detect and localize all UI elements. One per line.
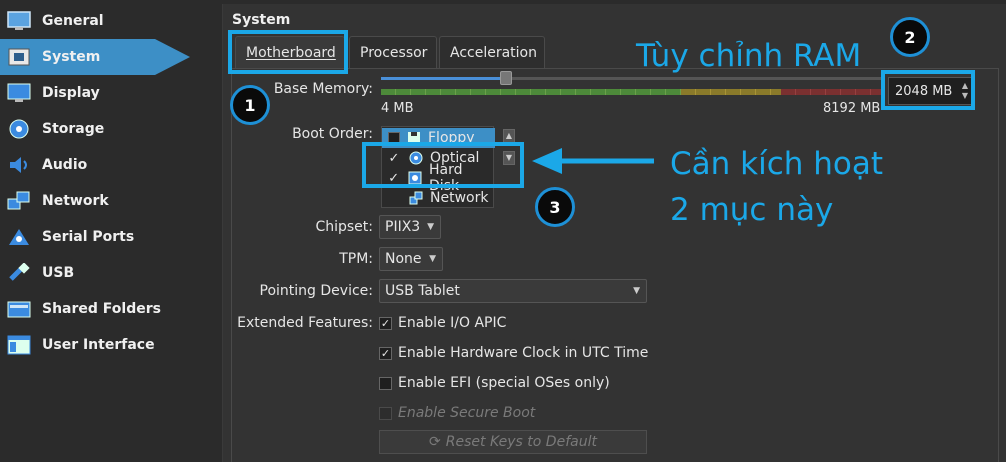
boot-note-line2: 2 mục này bbox=[670, 192, 834, 228]
tpm-value: None bbox=[385, 251, 422, 267]
reset-keys-label: Reset Keys to Default bbox=[445, 434, 597, 450]
sidebar-item-shared-folders[interactable]: Shared Folders bbox=[0, 291, 215, 327]
sidebar-item-label: Display bbox=[42, 85, 100, 101]
memory-range-bar bbox=[381, 89, 881, 95]
memory-min-label: 4 MB bbox=[381, 101, 414, 116]
speaker-icon bbox=[6, 154, 32, 176]
sidebar-item-label: User Interface bbox=[42, 337, 155, 353]
chipset-value: PIIX3 bbox=[385, 219, 421, 235]
serial-port-icon bbox=[6, 226, 32, 248]
sidebar-item-label: Serial Ports bbox=[42, 229, 135, 245]
slider-handle[interactable] bbox=[500, 71, 512, 85]
option-label: Enable Hardware Clock in UTC Time bbox=[398, 345, 649, 361]
io-apic-option[interactable]: ✓ Enable I/O APIC bbox=[379, 315, 506, 331]
memory-max-label: 8192 MB bbox=[823, 101, 881, 116]
reset-icon: ⟳ bbox=[429, 434, 441, 450]
sidebar-item-label: USB bbox=[42, 265, 75, 281]
efi-option[interactable]: Enable EFI (special OSes only) bbox=[379, 375, 610, 391]
reset-keys-button: ⟳ Reset Keys to Default bbox=[379, 430, 647, 454]
boot-order-label: Boot Order: bbox=[292, 126, 373, 142]
sidebar-item-serial-ports[interactable]: Serial Ports bbox=[0, 219, 215, 255]
step-badge-2: 2 bbox=[890, 17, 930, 57]
chipset-select[interactable]: PIIX3 ▼ bbox=[379, 215, 441, 239]
tpm-label: TPM: bbox=[339, 251, 373, 267]
sidebar-item-user-interface[interactable]: User Interface bbox=[0, 327, 215, 363]
boot-items-highlight bbox=[362, 142, 524, 188]
sidebar-item-audio[interactable]: Audio bbox=[0, 147, 215, 183]
pointing-device-select[interactable]: USB Tablet ▼ bbox=[379, 279, 647, 303]
memory-value-highlight bbox=[881, 70, 975, 110]
io-apic-checkbox[interactable]: ✓ bbox=[379, 316, 392, 330]
base-memory-slider[interactable] bbox=[381, 71, 881, 85]
boot-item-label: Network bbox=[430, 190, 489, 206]
arrow-left-icon bbox=[532, 148, 654, 174]
secure-boot-option: Enable Secure Boot bbox=[379, 405, 535, 421]
folder-icon bbox=[6, 298, 32, 320]
sidebar-item-label: Network bbox=[42, 193, 109, 209]
boot-note-line1: Cần kích hoạt bbox=[670, 146, 884, 182]
tab-label: Acceleration bbox=[450, 44, 537, 61]
tab-acceleration[interactable]: Acceleration bbox=[439, 36, 545, 68]
step-badge-1: 1 bbox=[230, 85, 270, 125]
sidebar-item-label: Storage bbox=[42, 121, 105, 137]
utc-clock-checkbox[interactable]: ✓ bbox=[379, 346, 392, 360]
slider-fill bbox=[381, 77, 506, 80]
sidebar-item-network[interactable]: Network bbox=[0, 183, 215, 219]
utc-clock-option[interactable]: ✓ Enable Hardware Clock in UTC Time bbox=[379, 345, 648, 361]
network-icon bbox=[6, 190, 32, 212]
chipset-label: Chipset: bbox=[315, 219, 373, 235]
chip-icon bbox=[6, 46, 32, 68]
secure-boot-checkbox bbox=[379, 406, 392, 420]
sidebar-item-label: Audio bbox=[42, 157, 88, 173]
settings-sidebar: General System Display Storage Audio Net… bbox=[0, 0, 215, 462]
tab-processor[interactable]: Processor bbox=[349, 36, 437, 68]
extended-features-label: Extended Features: bbox=[237, 315, 373, 331]
option-label: Enable Secure Boot bbox=[398, 405, 536, 421]
network-icon bbox=[408, 190, 424, 206]
monitor-icon bbox=[6, 10, 32, 32]
chevron-down-icon: ▼ bbox=[429, 254, 436, 264]
chevron-down-icon: ▼ bbox=[633, 286, 640, 296]
window-icon bbox=[6, 334, 32, 356]
display-icon bbox=[6, 82, 32, 104]
sidebar-item-system[interactable]: System bbox=[0, 39, 215, 75]
sidebar-item-label: System bbox=[42, 49, 101, 65]
sidebar-item-label: General bbox=[42, 13, 104, 29]
sidebar-item-general[interactable]: General bbox=[0, 3, 215, 39]
tab-label: Processor bbox=[360, 44, 428, 61]
sidebar-item-display[interactable]: Display bbox=[0, 75, 215, 111]
sidebar-item-storage[interactable]: Storage bbox=[0, 111, 215, 147]
efi-checkbox[interactable] bbox=[379, 376, 392, 390]
pointing-device-value: USB Tablet bbox=[385, 283, 460, 299]
option-label: Enable I/O APIC bbox=[398, 315, 507, 331]
section-title: System bbox=[232, 12, 291, 28]
usb-icon bbox=[6, 262, 32, 284]
pointing-device-label: Pointing Device: bbox=[259, 283, 373, 299]
chevron-down-icon: ▼ bbox=[427, 222, 434, 232]
step-badge-3: 3 bbox=[535, 187, 575, 227]
storage-icon bbox=[6, 118, 32, 140]
motherboard-tab-highlight bbox=[228, 30, 348, 74]
option-label: Enable EFI (special OSes only) bbox=[398, 375, 610, 391]
ram-note: Tùy chỉnh RAM bbox=[636, 38, 862, 74]
tpm-select[interactable]: None ▼ bbox=[379, 247, 443, 271]
boot-item-network[interactable]: ✓ Network bbox=[382, 188, 495, 208]
sidebar-item-usb[interactable]: USB bbox=[0, 255, 215, 291]
move-up-icon[interactable]: ▲ bbox=[503, 129, 515, 143]
sidebar-item-label: Shared Folders bbox=[42, 301, 161, 317]
